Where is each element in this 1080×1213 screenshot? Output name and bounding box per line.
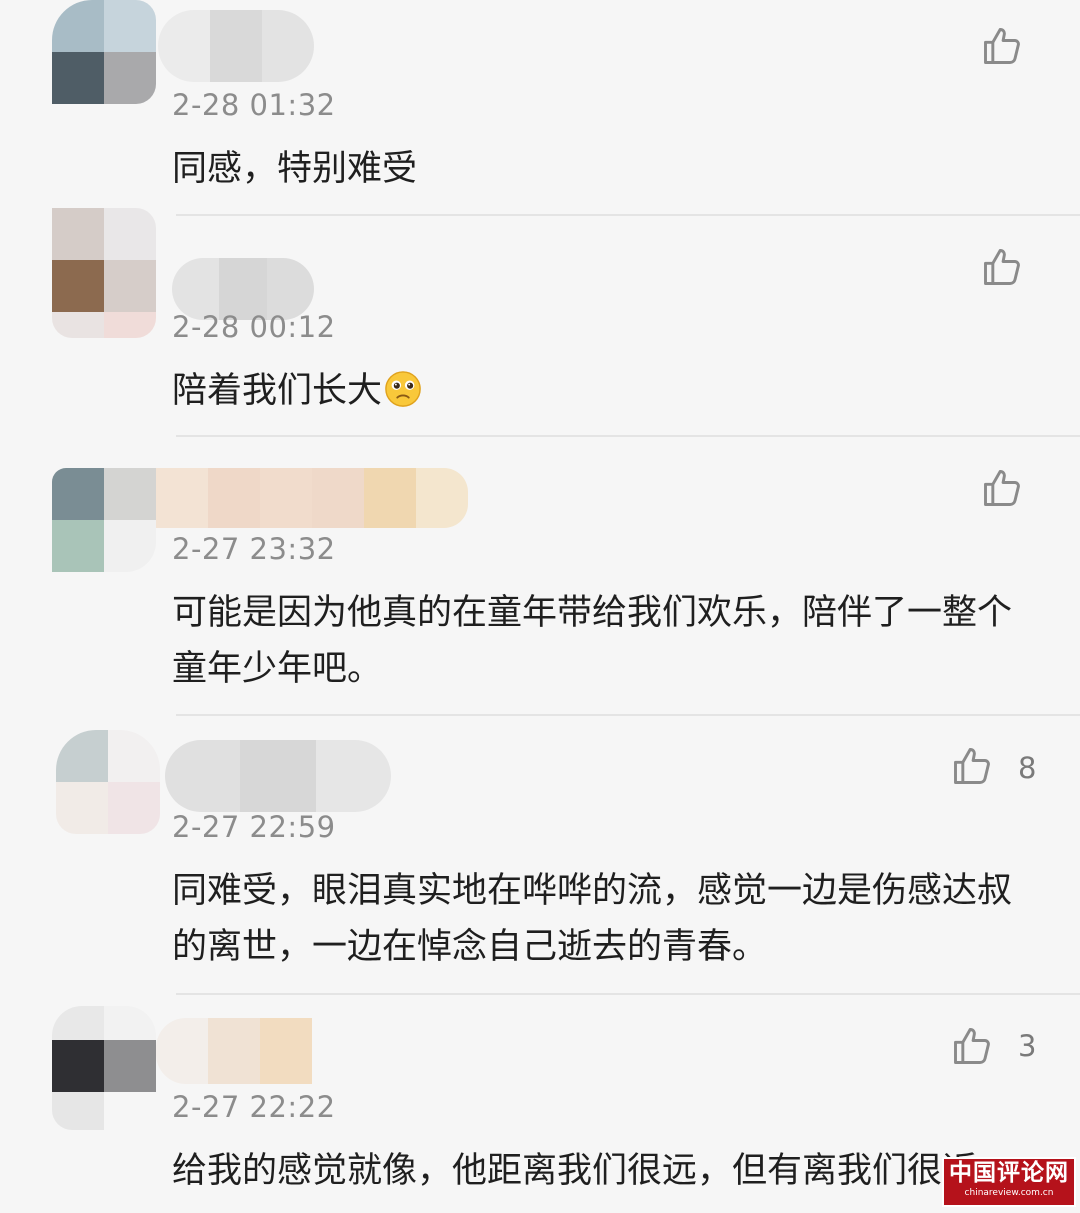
watermark-url: chinareview.com.cn bbox=[964, 1188, 1054, 1198]
comment-text: 同感，特别难受 bbox=[172, 149, 418, 189]
comment-text: 同难受，眼泪真实地在哗哗的流，感觉一边是伤感达叔的离世，一边在悼念自己逝去的青春… bbox=[172, 871, 1013, 967]
comment-text-content: 陪着我们长大 bbox=[172, 371, 383, 411]
avatar[interactable] bbox=[52, 1006, 156, 1130]
comment-item: 2-28 01:32 同感，特别难受 bbox=[0, 0, 1080, 205]
comment-time: 2-27 22:59 bbox=[172, 810, 336, 844]
avatar[interactable] bbox=[52, 468, 156, 572]
comment-time: 2-28 00:12 bbox=[172, 310, 336, 344]
comment-text: 陪着我们长大 bbox=[172, 363, 1042, 419]
username-blurred[interactable] bbox=[156, 1018, 312, 1084]
divider bbox=[176, 993, 1080, 995]
watermark-title: 中国评论网 bbox=[949, 1159, 1069, 1186]
divider bbox=[176, 714, 1080, 716]
like-count: 8 bbox=[1018, 751, 1037, 785]
like-count: 3 bbox=[1018, 1029, 1037, 1063]
avatar[interactable] bbox=[52, 0, 156, 104]
thumbs-up-icon bbox=[984, 470, 1020, 506]
pleading-face-emoji bbox=[385, 371, 421, 407]
thumbs-up-icon bbox=[954, 1028, 990, 1064]
avatar[interactable] bbox=[52, 730, 160, 834]
username-blurred[interactable] bbox=[158, 10, 314, 82]
comment-item: 2-27 22:22 给我的感觉就像，他距离我们很远，但有离我们很近 3 bbox=[0, 1006, 1080, 1213]
like-button[interactable] bbox=[980, 466, 1024, 510]
comment-time: 2-27 23:32 bbox=[172, 532, 336, 566]
divider bbox=[176, 435, 1080, 437]
like-button[interactable] bbox=[980, 24, 1024, 68]
comment-time: 2-27 22:22 bbox=[172, 1090, 336, 1124]
like-button[interactable] bbox=[950, 744, 994, 788]
username-blurred[interactable] bbox=[165, 740, 391, 812]
comment-text: 给我的感觉就像，他距离我们很远，但有离我们很近 bbox=[172, 1151, 978, 1191]
avatar[interactable] bbox=[52, 208, 156, 338]
username-blurred[interactable] bbox=[156, 468, 468, 528]
comment-item: 2-27 22:59 同难受，眼泪真实地在哗哗的流，感觉一边是伤感达叔的离世，一… bbox=[0, 730, 1080, 990]
comment-text: 可能是因为他真的在童年带给我们欢乐，陪伴了一整个童年少年吧。 bbox=[172, 593, 1013, 689]
thumbs-up-icon bbox=[954, 748, 990, 784]
watermark-logo: 中国评论网 chinareview.com.cn bbox=[942, 1157, 1076, 1207]
like-button[interactable] bbox=[950, 1024, 994, 1068]
comment-item: 2-27 23:32 可能是因为他真的在童年带给我们欢乐，陪伴了一整个童年少年吧… bbox=[0, 460, 1080, 710]
thumbs-up-icon bbox=[984, 249, 1020, 285]
thumbs-up-icon bbox=[984, 28, 1020, 64]
comment-item: 2-28 00:12 陪着我们长大 bbox=[0, 208, 1080, 434]
comment-time: 2-28 01:32 bbox=[172, 88, 336, 122]
like-button[interactable] bbox=[980, 245, 1024, 289]
